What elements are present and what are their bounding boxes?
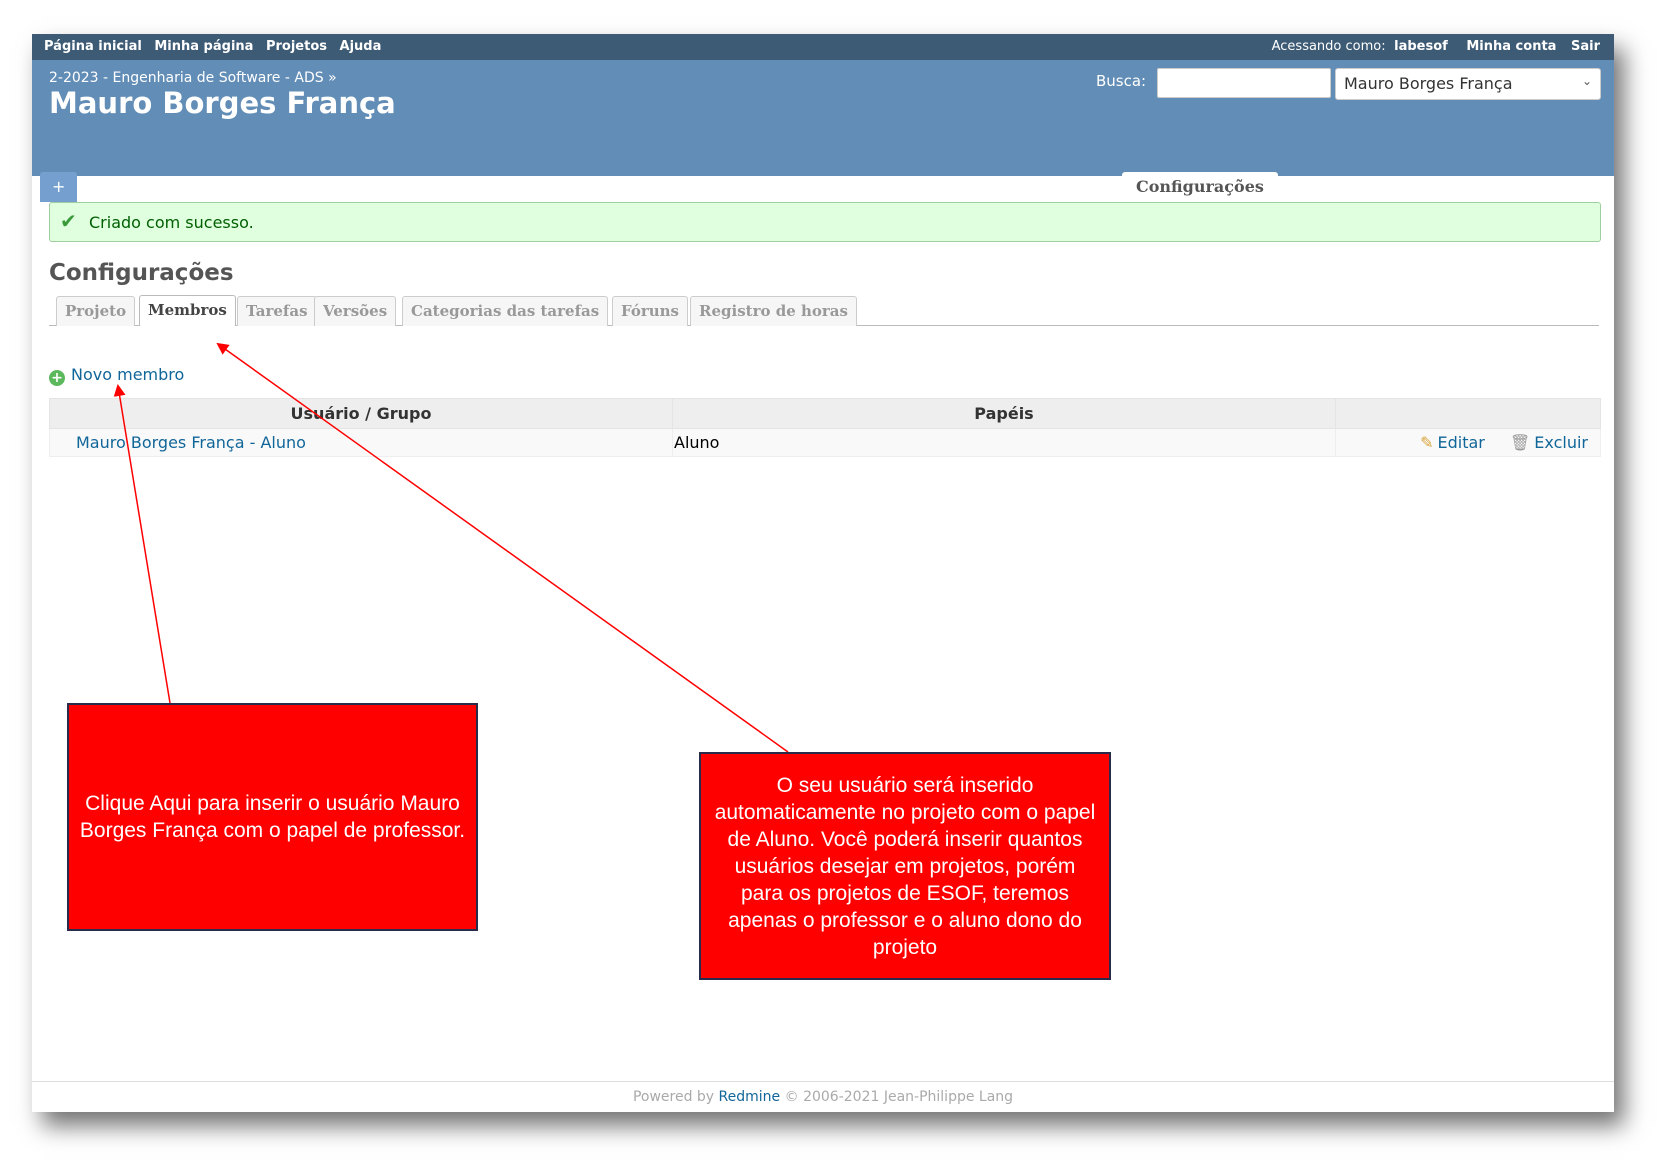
annotation-text-professor: Clique Aqui para inserir o usuário Mauro… xyxy=(79,792,466,842)
annotation-arrows xyxy=(113,342,789,753)
annotation-callout-student: O seu usuário será inserido automaticame… xyxy=(699,752,1111,980)
annotation-text-student: O seu usuário será inserido automaticame… xyxy=(714,773,1096,959)
annotation-callout-professor: Clique Aqui para inserir o usuário Mauro… xyxy=(67,703,478,931)
arrow-to-members-tab xyxy=(216,342,789,753)
arrow-to-new-member xyxy=(113,384,171,704)
